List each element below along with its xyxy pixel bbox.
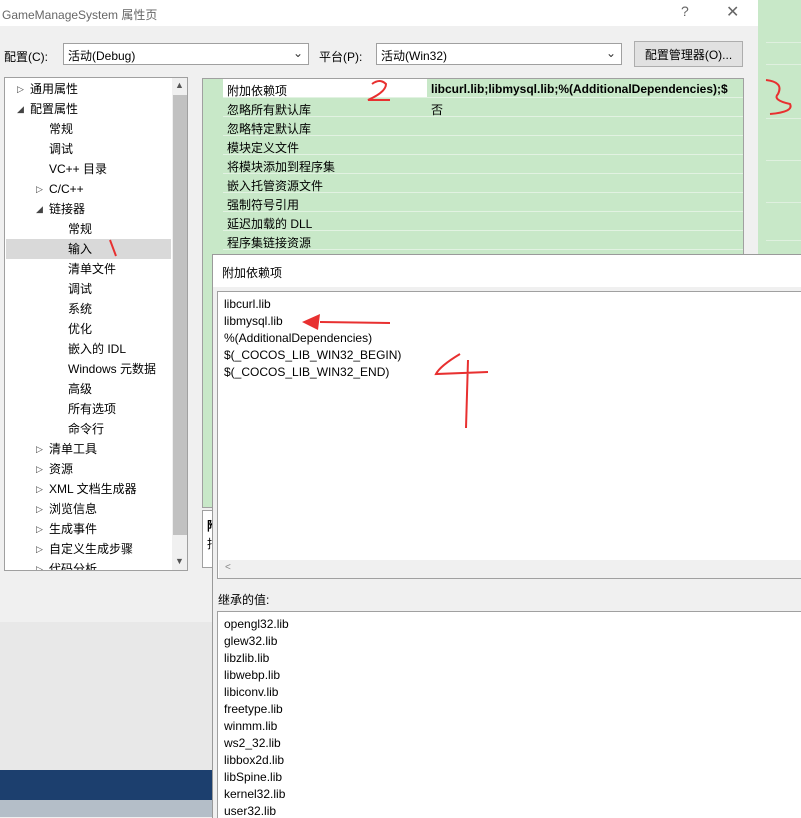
annotation-mark-2-stroke (367, 80, 390, 101)
annotation-mark-1-stroke (109, 239, 117, 257)
annotation-layer (109, 79, 792, 429)
annotation-mark-3-stroke (765, 79, 792, 115)
annotation-mark-4-stroke (434, 353, 489, 429)
annotation-arrow-shaft (319, 321, 391, 324)
annotation-arrow-head (302, 314, 320, 330)
